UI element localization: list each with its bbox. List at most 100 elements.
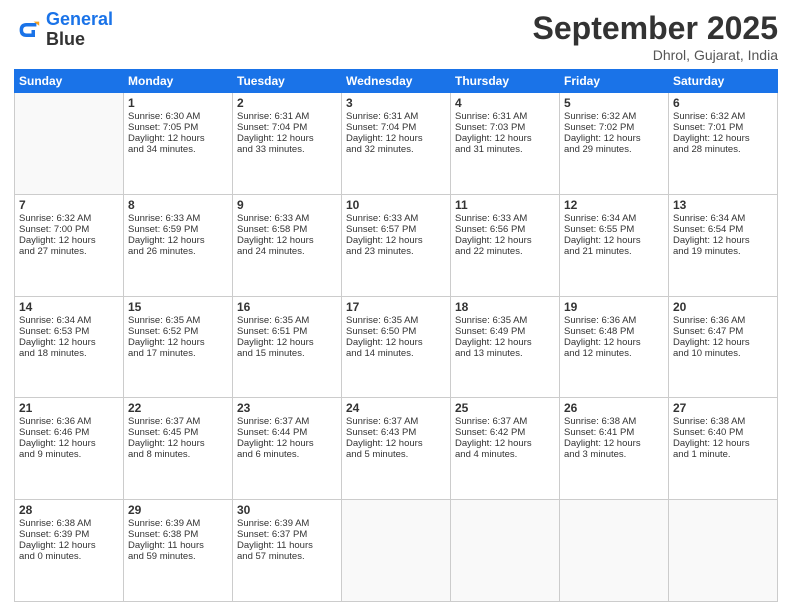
day-info-line: Sunrise: 6:30 AM [128, 111, 228, 122]
day-info-line: Daylight: 12 hours [564, 438, 664, 449]
day-info-line: Sunrise: 6:38 AM [673, 416, 773, 427]
day-info-line: and 22 minutes. [455, 246, 555, 257]
logo: General Blue [14, 10, 113, 50]
calendar-cell: 25Sunrise: 6:37 AMSunset: 6:42 PMDayligh… [451, 398, 560, 500]
day-info-line: Sunrise: 6:31 AM [237, 111, 337, 122]
calendar-cell: 27Sunrise: 6:38 AMSunset: 6:40 PMDayligh… [669, 398, 778, 500]
day-info-line: and 28 minutes. [673, 144, 773, 155]
day-info-line: and 10 minutes. [673, 348, 773, 359]
day-number: 27 [673, 401, 773, 415]
day-info-line: Sunrise: 6:36 AM [673, 315, 773, 326]
day-info-line: Daylight: 12 hours [128, 133, 228, 144]
calendar-cell: 10Sunrise: 6:33 AMSunset: 6:57 PMDayligh… [342, 194, 451, 296]
calendar-header-cell: Friday [560, 70, 669, 93]
day-number: 12 [564, 198, 664, 212]
day-number: 23 [237, 401, 337, 415]
day-info-line: Sunrise: 6:39 AM [128, 518, 228, 529]
day-info-line: Sunrise: 6:38 AM [564, 416, 664, 427]
calendar-cell: 29Sunrise: 6:39 AMSunset: 6:38 PMDayligh… [124, 500, 233, 602]
day-info-line: Sunrise: 6:35 AM [128, 315, 228, 326]
calendar-header-cell: Saturday [669, 70, 778, 93]
day-info-line: and 6 minutes. [237, 449, 337, 460]
day-info-line: and 5 minutes. [346, 449, 446, 460]
day-info-line: Sunset: 7:05 PM [128, 122, 228, 133]
day-info-line: Daylight: 12 hours [673, 438, 773, 449]
day-info-line: Sunrise: 6:34 AM [564, 213, 664, 224]
calendar-cell: 14Sunrise: 6:34 AMSunset: 6:53 PMDayligh… [15, 296, 124, 398]
day-info-line: Sunrise: 6:35 AM [455, 315, 555, 326]
day-info-line: Daylight: 11 hours [237, 540, 337, 551]
day-info-line: Daylight: 12 hours [237, 337, 337, 348]
day-info-line: Sunset: 7:04 PM [346, 122, 446, 133]
calendar-week-row: 7Sunrise: 6:32 AMSunset: 7:00 PM Daylight… [15, 194, 778, 296]
calendar-cell: 17Sunrise: 6:35 AMSunset: 6:50 PMDayligh… [342, 296, 451, 398]
day-number: 28 [19, 503, 119, 517]
calendar-cell [15, 93, 124, 195]
day-info-line: Sunset: 6:38 PM [128, 529, 228, 540]
day-number: 26 [564, 401, 664, 415]
day-info-line: and 1 minute. [673, 449, 773, 460]
day-info-line: and 24 minutes. [237, 246, 337, 257]
calendar-week-row: 14Sunrise: 6:34 AMSunset: 6:53 PMDayligh… [15, 296, 778, 398]
calendar-cell: 18Sunrise: 6:35 AMSunset: 6:49 PMDayligh… [451, 296, 560, 398]
day-info-line: Sunset: 6:51 PM [237, 326, 337, 337]
day-info-line: Daylight: 12 hours [673, 235, 773, 246]
calendar-cell: 2Sunrise: 6:31 AMSunset: 7:04 PMDaylight… [233, 93, 342, 195]
day-info-line: and 13 minutes. [455, 348, 555, 359]
day-info-line: Sunset: 6:45 PM [128, 427, 228, 438]
day-info-line: Sunset: 6:47 PM [673, 326, 773, 337]
day-number: 10 [346, 198, 446, 212]
day-info-line: Sunrise: 6:34 AM [673, 213, 773, 224]
day-info-line: Sunrise: 6:33 AM [455, 213, 555, 224]
day-number: 7 [19, 198, 119, 212]
day-number: 18 [455, 300, 555, 314]
day-info-line: Sunrise: 6:36 AM [564, 315, 664, 326]
calendar-cell: 19Sunrise: 6:36 AMSunset: 6:48 PMDayligh… [560, 296, 669, 398]
day-info-line: Sunrise: 6:37 AM [128, 416, 228, 427]
calendar-cell: 30Sunrise: 6:39 AMSunset: 6:37 PMDayligh… [233, 500, 342, 602]
day-number: 1 [128, 96, 228, 110]
day-info-line: Daylight: 12 hours [346, 133, 446, 144]
day-info-line: and 34 minutes. [128, 144, 228, 155]
day-info-line: Sunset: 6:37 PM [237, 529, 337, 540]
day-info-line: and 23 minutes. [346, 246, 446, 257]
day-info-line: Daylight: 12 hours [237, 235, 337, 246]
calendar-cell: 28Sunrise: 6:38 AMSunset: 6:39 PMDayligh… [15, 500, 124, 602]
day-number: 24 [346, 401, 446, 415]
day-info-line: Daylight: 12 hours [564, 337, 664, 348]
day-info-line: Daylight: 12 hours [128, 337, 228, 348]
day-number: 8 [128, 198, 228, 212]
day-info-line: Sunrise: 6:32 AM [19, 213, 119, 224]
day-info-line: Sunset: 7:04 PM [237, 122, 337, 133]
day-info-line: Daylight: 12 hours [19, 337, 119, 348]
calendar-cell: 1Sunrise: 6:30 AMSunset: 7:05 PMDaylight… [124, 93, 233, 195]
day-info-line: Daylight: 12 hours [673, 337, 773, 348]
calendar-cell [342, 500, 451, 602]
header: General Blue September 2025 Dhrol, Gujar… [14, 10, 778, 63]
day-info-line: Sunrise: 6:33 AM [237, 213, 337, 224]
day-info-line: Daylight: 12 hours [564, 133, 664, 144]
day-number: 11 [455, 198, 555, 212]
calendar-cell: 12Sunrise: 6:34 AMSunset: 6:55 PMDayligh… [560, 194, 669, 296]
day-number: 9 [237, 198, 337, 212]
day-info-line: Sunrise: 6:35 AM [346, 315, 446, 326]
day-info-line: Daylight: 12 hours [128, 235, 228, 246]
day-info-line: Daylight: 12 hours [237, 133, 337, 144]
calendar-cell: 7Sunrise: 6:32 AMSunset: 7:00 PMDaylight… [15, 194, 124, 296]
day-number: 29 [128, 503, 228, 517]
calendar-cell: 8Sunrise: 6:33 AMSunset: 6:59 PMDaylight… [124, 194, 233, 296]
day-info-line: Daylight: 12 hours [346, 438, 446, 449]
day-info-line: Sunset: 7:00 PM [19, 224, 119, 235]
day-number: 16 [237, 300, 337, 314]
day-info-line: and 3 minutes. [564, 449, 664, 460]
day-info-line: Sunset: 7:03 PM [455, 122, 555, 133]
day-info-line: Sunset: 6:44 PM [237, 427, 337, 438]
day-info-line: Sunset: 6:53 PM [19, 326, 119, 337]
day-info-line: Daylight: 12 hours [128, 438, 228, 449]
day-info-line: and 57 minutes. [237, 551, 337, 562]
day-info-line: Sunset: 6:40 PM [673, 427, 773, 438]
day-info-line: Sunset: 6:57 PM [346, 224, 446, 235]
calendar-cell: 22Sunrise: 6:37 AMSunset: 6:45 PMDayligh… [124, 398, 233, 500]
calendar-cell: 24Sunrise: 6:37 AMSunset: 6:43 PMDayligh… [342, 398, 451, 500]
day-info-line: and 19 minutes. [673, 246, 773, 257]
